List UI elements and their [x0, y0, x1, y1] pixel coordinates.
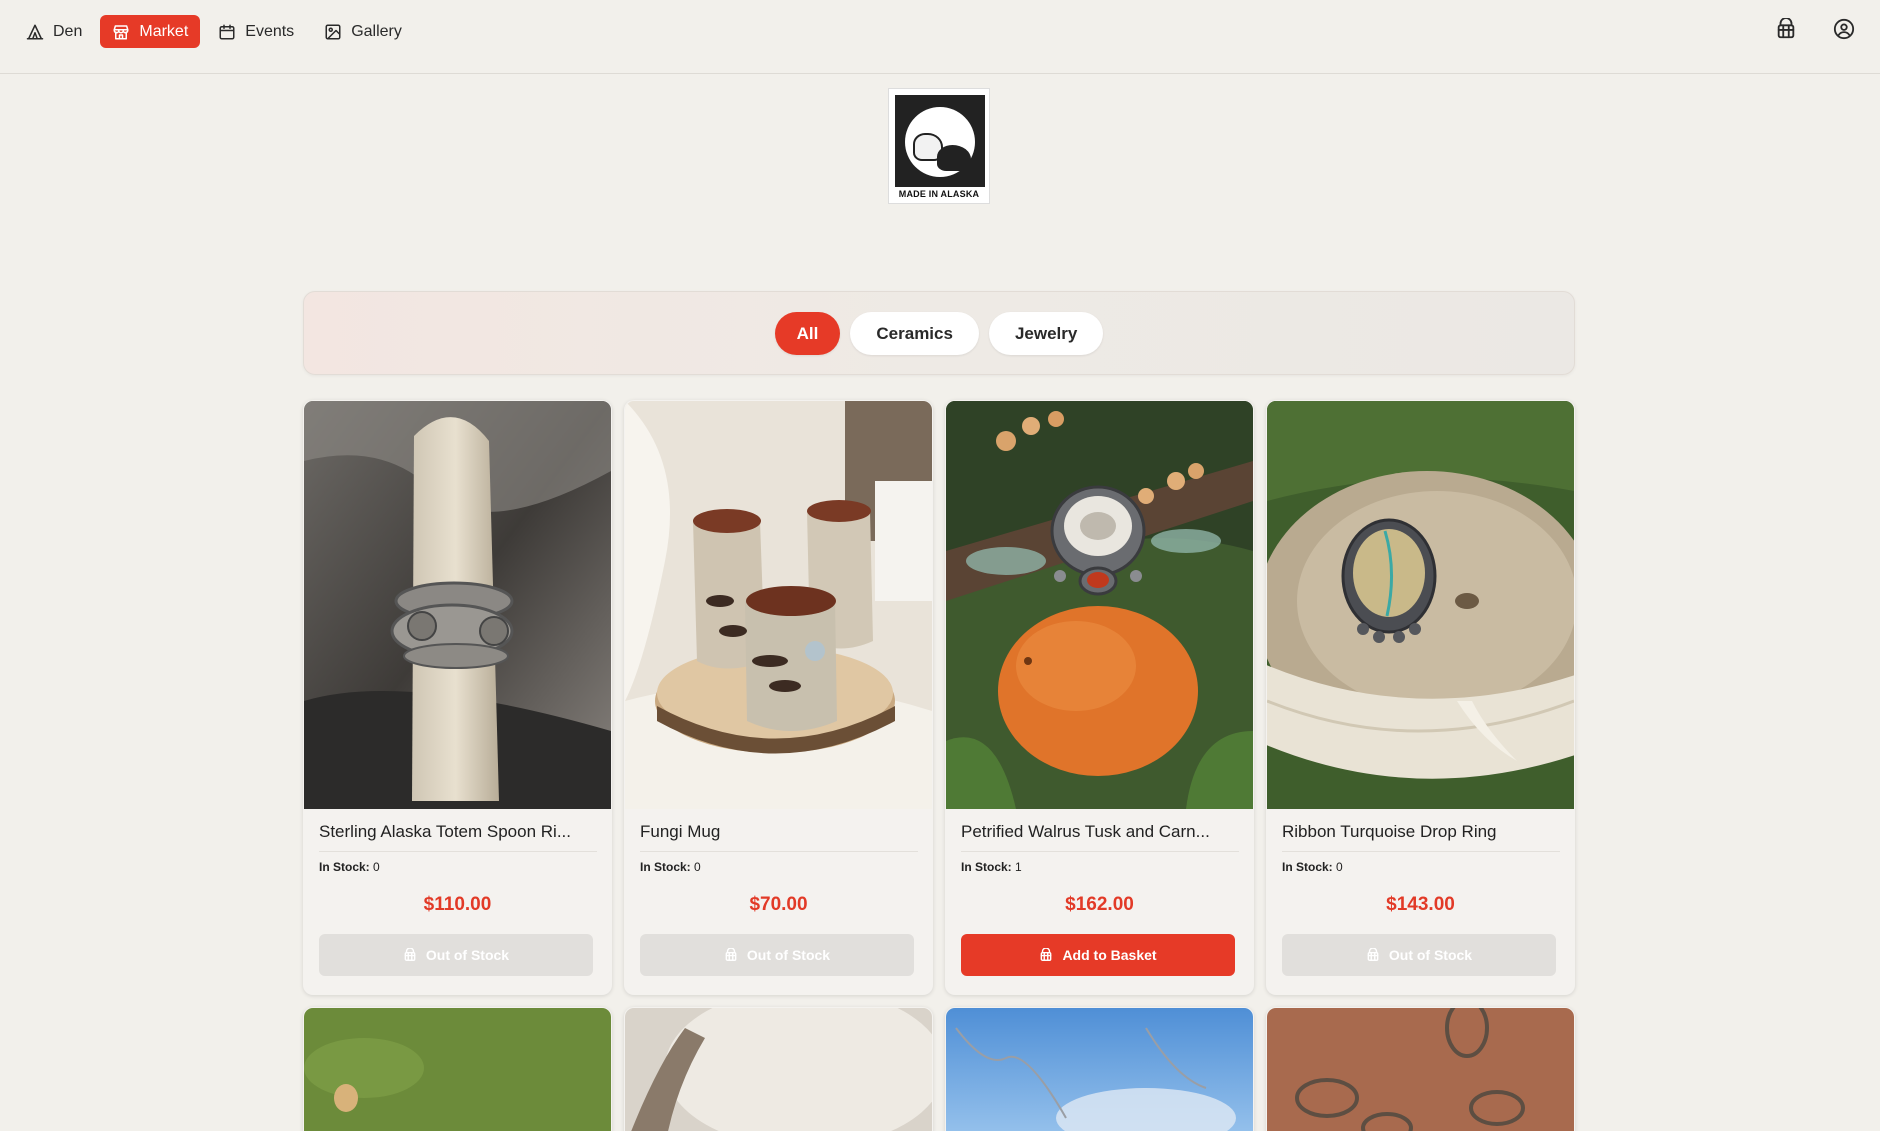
store-icon — [113, 24, 129, 39]
button-label: Out of Stock — [746, 947, 831, 963]
stock-info: In Stock: 0 — [640, 860, 701, 874]
nav-label-market: Market — [139, 22, 189, 40]
button-label: Out of Stock — [1388, 947, 1473, 963]
divider — [1282, 851, 1560, 852]
product-image[interactable] — [946, 401, 1253, 809]
basket-button[interactable] — [1774, 17, 1798, 41]
button-label: Add to Basket — [1062, 947, 1157, 963]
product-image[interactable] — [1267, 1008, 1574, 1131]
product-card[interactable] — [1266, 1007, 1575, 1131]
button-label: Out of Stock — [425, 947, 510, 963]
product-price: $143.00 — [1386, 894, 1455, 915]
logo-caption: MADE IN ALASKA — [898, 189, 980, 199]
divider — [319, 851, 597, 852]
out-of-stock-button[interactable]: Out of Stock — [319, 934, 593, 976]
product-card[interactable]: Fungi Mug In Stock: 0 $70.00 Out of Stoc… — [624, 400, 933, 995]
image-icon — [325, 24, 341, 39]
nav-label-gallery: Gallery — [351, 22, 402, 40]
stock-label: In Stock: — [1282, 860, 1333, 874]
product-card[interactable]: Petrified Walrus Tusk and Carn... In Sto… — [945, 400, 1254, 995]
divider — [640, 851, 918, 852]
product-title[interactable]: Sterling Alaska Totem Spoon Ri... — [319, 822, 599, 842]
product-price: $162.00 — [1065, 894, 1134, 915]
stock-count: 0 — [694, 860, 701, 874]
out-of-stock-button[interactable]: Out of Stock — [640, 934, 914, 976]
basket-icon — [1041, 948, 1052, 961]
nav-item-events[interactable]: Events — [206, 15, 306, 48]
product-card[interactable]: Sterling Alaska Totem Spoon Ri... In Sto… — [303, 400, 612, 995]
stock-label: In Stock: — [319, 860, 370, 874]
top-right-actions — [1774, 17, 1856, 41]
nav-item-den[interactable]: Den — [14, 15, 94, 48]
product-card[interactable] — [945, 1007, 1254, 1131]
product-image[interactable] — [1267, 401, 1574, 809]
product-card[interactable] — [303, 1007, 612, 1131]
product-card[interactable] — [624, 1007, 933, 1131]
account-button[interactable] — [1832, 17, 1856, 41]
logo-frame — [895, 95, 985, 187]
filter-chip-jewelry[interactable]: Jewelry — [988, 312, 1104, 355]
made-in-alaska-logo: MADE IN ALASKA — [888, 88, 990, 204]
product-price: $70.00 — [749, 894, 808, 915]
basket-icon — [1777, 18, 1795, 39]
stock-label: In Stock: — [961, 860, 1012, 874]
product-image[interactable] — [625, 401, 932, 809]
filter-chip-ceramics[interactable]: Ceramics — [850, 312, 979, 355]
product-card[interactable]: Ribbon Turquoise Drop Ring In Stock: 0 $… — [1266, 400, 1575, 995]
stock-info: In Stock: 0 — [319, 860, 380, 874]
calendar-icon — [219, 24, 235, 39]
product-image[interactable] — [304, 401, 611, 809]
filter-chips: All Ceramics Jewelry — [304, 312, 1574, 355]
product-price: $110.00 — [423, 894, 492, 915]
basket-icon — [404, 948, 416, 961]
stock-count: 0 — [373, 860, 380, 874]
product-title[interactable]: Fungi Mug — [640, 822, 920, 842]
divider — [961, 851, 1239, 852]
out-of-stock-button[interactable]: Out of Stock — [1282, 934, 1556, 976]
product-title[interactable]: Petrified Walrus Tusk and Carn... — [961, 822, 1241, 842]
product-image[interactable] — [946, 1008, 1253, 1131]
cub-shape — [937, 145, 971, 171]
nav-label-events: Events — [245, 22, 295, 40]
top-navigation-bar: Den Market Events Gallery — [0, 0, 1880, 74]
main-nav: Den Market Events Gallery — [14, 15, 414, 48]
add-to-basket-button[interactable]: Add to Basket — [961, 934, 1235, 976]
product-image[interactable] — [304, 1008, 611, 1131]
nav-item-market[interactable]: Market — [100, 15, 201, 48]
nav-item-gallery[interactable]: Gallery — [312, 15, 414, 48]
stock-label: In Stock: — [640, 860, 691, 874]
category-filter-bar: All Ceramics Jewelry — [303, 291, 1575, 375]
stock-count: 0 — [1336, 860, 1343, 874]
stock-count: 1 — [1015, 860, 1022, 874]
basket-icon — [725, 948, 737, 961]
filter-chip-all[interactable]: All — [774, 312, 841, 355]
user-circle-icon — [1833, 18, 1855, 40]
nav-label-den: Den — [53, 22, 83, 40]
stock-info: In Stock: 1 — [961, 860, 1022, 874]
tent-icon — [26, 24, 44, 39]
basket-icon — [1367, 948, 1379, 961]
stock-info: In Stock: 0 — [1282, 860, 1343, 874]
product-title[interactable]: Ribbon Turquoise Drop Ring — [1282, 822, 1562, 842]
product-image[interactable] — [625, 1008, 932, 1131]
